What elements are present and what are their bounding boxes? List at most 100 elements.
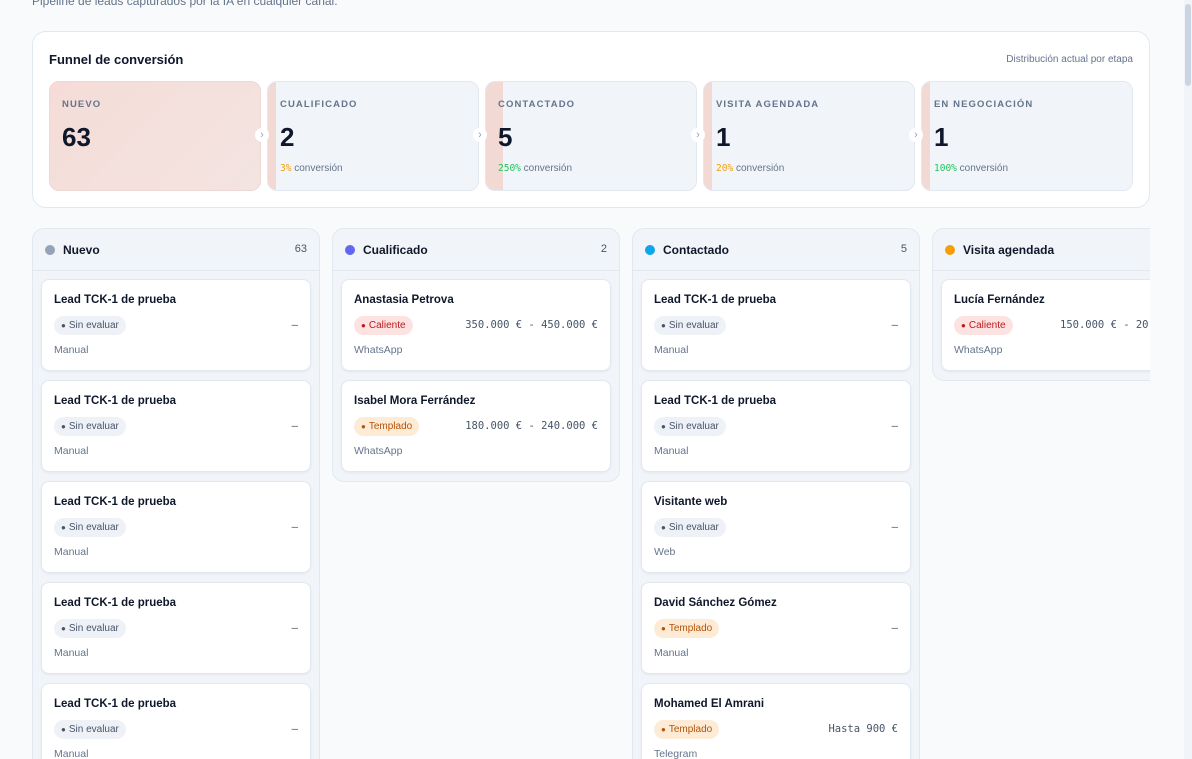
column-header[interactable]: Visita agendada (933, 229, 1150, 271)
badge-dot-icon: ● (661, 523, 666, 532)
badge-label: Templado (668, 623, 713, 634)
lead-source: WhatsApp (354, 445, 403, 457)
badge-dot-icon: ● (961, 321, 966, 330)
lead-source: Manual (54, 748, 89, 759)
lead-source: Manual (654, 344, 689, 356)
badge-label: Caliente (968, 320, 1006, 331)
badge-dot-icon: ● (61, 422, 66, 431)
lead-temperature-badge: ● Sin evaluar (54, 720, 126, 739)
lead-name: Lead TCK-1 de prueba (54, 597, 177, 609)
column-header[interactable]: Nuevo 63 (33, 229, 319, 271)
lead-budget: — (891, 420, 898, 432)
lead-budget: — (291, 319, 298, 331)
lead-card[interactable]: Lead TCK-1 de prueba ● Sin evaluar — Manual (41, 481, 311, 573)
column-count: 5 (900, 243, 907, 255)
badge-label: Caliente (368, 320, 406, 331)
lead-name: Lead TCK-1 de prueba (54, 395, 177, 407)
badge-dot-icon: ● (361, 422, 366, 431)
lead-temperature-badge: ● Sin evaluar (54, 518, 126, 537)
badge-label: Sin evaluar (68, 320, 119, 331)
badge-dot-icon: ● (61, 321, 66, 330)
lead-source: Manual (54, 344, 89, 356)
lead-source: Web (654, 546, 676, 558)
lead-card[interactable]: Lead TCK-1 de prueba ● Sin evaluar — Manual (41, 683, 311, 759)
lead-card[interactable]: Lead TCK-1 de prueba ● Sin evaluar — Manual (41, 380, 311, 472)
lead-card[interactable]: Anastasia Petrova ● Caliente 350.000 € - 45… (341, 279, 611, 371)
lead-source: Manual (654, 647, 689, 659)
chevron-right-icon: › (691, 128, 705, 142)
column-title: Cualificado (363, 243, 428, 257)
lead-temperature-badge: ● Sin evaluar (54, 316, 126, 335)
kanban-column-nuevo: Nuevo 63 Lead TCK-1 de prueba ● Sin evaluar —… (32, 228, 320, 759)
column-header[interactable]: Contactado 5 (633, 229, 919, 271)
lead-name: Lead TCK-1 de prueba (654, 294, 777, 306)
lead-card[interactable]: Visitante web ● Sin evaluar — Web (641, 481, 911, 573)
badge-label: Sin evaluar (68, 522, 119, 533)
lead-budget: — (291, 622, 298, 634)
lead-name: Lead TCK-1 de prueba (654, 395, 777, 407)
column-count: 2 (600, 243, 607, 255)
scrollbar-thumb[interactable] (1185, 4, 1191, 86)
badge-dot-icon: ● (361, 321, 366, 330)
lead-name: Isabel Mora Ferrández (354, 395, 476, 407)
lead-card[interactable]: Isabel Mora Ferrández ● Templado 180.000 € … (341, 380, 611, 472)
lead-name: Lead TCK-1 de prueba (54, 698, 177, 710)
badge-label: Templado (668, 724, 713, 735)
lead-name: Mohamed El Amrani (654, 698, 765, 710)
lead-budget: 180.000 € - 240.000 € (465, 420, 598, 432)
badge-dot-icon: ● (661, 422, 666, 431)
lead-card[interactable]: Mohamed El Amrani ● Templado Hasta 900 € Tel… (641, 683, 911, 759)
kanban-column-cualificado: Cualificado 2 Anastasia Petrova ● Caliente 35… (332, 228, 620, 482)
kanban-column-contactado: Contactado 5 Lead TCK-1 de prueba ● Sin eval… (632, 228, 920, 759)
badge-label: Sin evaluar (68, 421, 119, 432)
lead-card[interactable]: Lucía Fernández ● Caliente 150.000 € - 20 Wh… (941, 279, 1150, 371)
lead-card[interactable]: Lead TCK-1 de prueba ● Sin evaluar — Manual (41, 279, 311, 371)
lead-budget: — (291, 521, 298, 533)
lead-budget: — (891, 622, 898, 634)
badge-label: Sin evaluar (668, 421, 719, 432)
column-title: Visita agendada (963, 243, 1055, 257)
badge-dot-icon: ● (61, 725, 66, 734)
kanban-board: Nuevo 63 Lead TCK-1 de prueba ● Sin evaluar —… (0, 0, 1150, 759)
lead-temperature-badge: ● Sin evaluar (654, 518, 726, 537)
lead-name: Lead TCK-1 de prueba (54, 496, 177, 508)
badge-label: Sin evaluar (68, 623, 119, 634)
lead-card[interactable]: Lead TCK-1 de prueba ● Sin evaluar — Manual (641, 279, 911, 371)
badge-dot-icon: ● (61, 624, 66, 633)
lead-source: WhatsApp (354, 344, 403, 356)
lead-temperature-badge: ● Templado (354, 417, 420, 436)
badge-dot-icon: ● (61, 523, 66, 532)
column-status-dot (945, 245, 955, 255)
lead-name: Visitante web (654, 496, 728, 508)
lead-source: WhatsApp (954, 344, 1003, 356)
lead-budget: — (891, 319, 898, 331)
column-header[interactable]: Cualificado 2 (333, 229, 619, 271)
badge-label: Sin evaluar (668, 522, 719, 533)
lead-budget: 350.000 € - 450.000 € (465, 319, 598, 331)
lead-name: Lead TCK-1 de prueba (54, 294, 177, 306)
chevron-right-icon: › (473, 128, 487, 142)
lead-card[interactable]: Lead TCK-1 de prueba ● Sin evaluar — Manual (641, 380, 911, 472)
lead-budget: — (891, 521, 898, 533)
lead-source: Manual (54, 647, 89, 659)
lead-card[interactable]: David Sánchez Gómez ● Templado — Manual (641, 582, 911, 674)
lead-source: Telegram (654, 748, 698, 759)
badge-label: Templado (368, 421, 413, 432)
lead-budget: — (291, 420, 298, 432)
chevron-right-icon: › (255, 128, 269, 142)
lead-temperature-badge: ● Sin evaluar (654, 316, 726, 335)
column-status-dot (45, 245, 55, 255)
lead-budget: — (291, 723, 298, 735)
column-status-dot (345, 245, 355, 255)
badge-label: Sin evaluar (68, 724, 119, 735)
column-title: Contactado (663, 243, 729, 257)
lead-name: David Sánchez Gómez (654, 597, 777, 609)
lead-budget: 150.000 € - 20 (1060, 319, 1149, 331)
badge-label: Sin evaluar (668, 320, 719, 331)
lead-name: Lucía Fernández (954, 294, 1045, 306)
page-scrollbar[interactable] (1184, 0, 1192, 759)
column-title: Nuevo (63, 243, 100, 257)
lead-card[interactable]: Lead TCK-1 de prueba ● Sin evaluar — Manual (41, 582, 311, 674)
badge-dot-icon: ● (661, 624, 666, 633)
kanban-column-visita-agendada: Visita agendada Lucía Fernández ● Caliente 1… (932, 228, 1150, 381)
